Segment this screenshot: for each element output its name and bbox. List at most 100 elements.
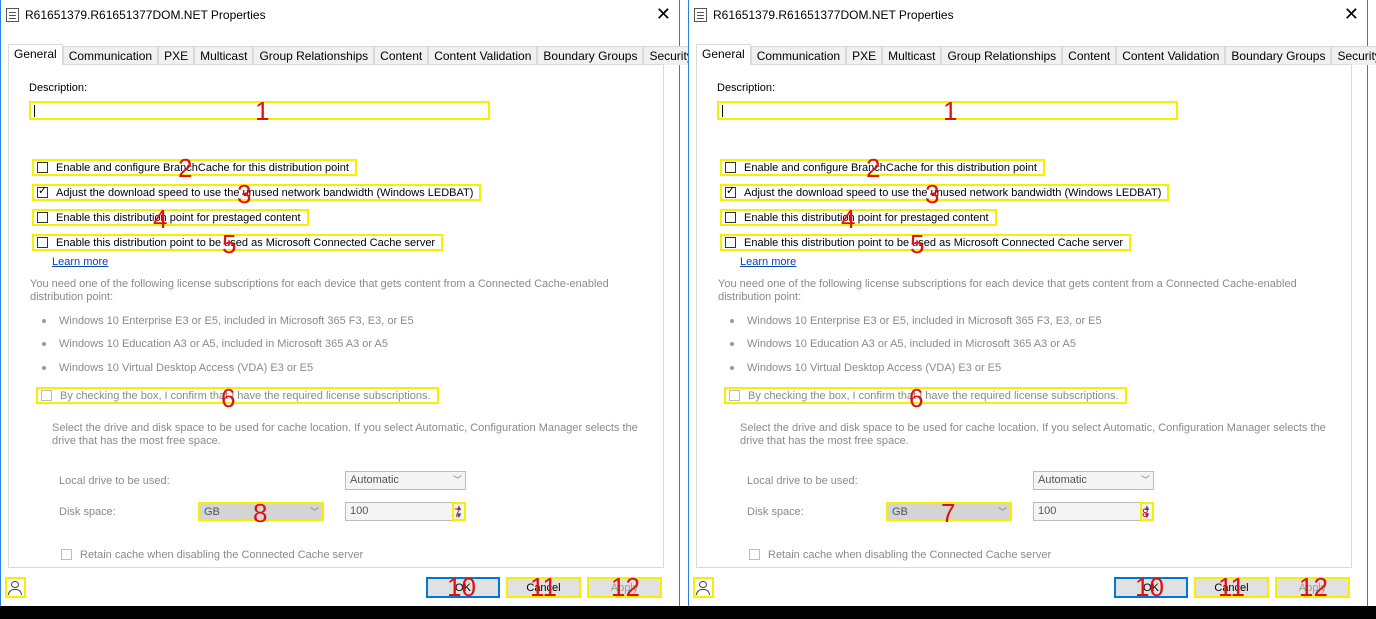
checkbox-label: Enable this distribution point to be use… (744, 236, 1124, 249)
checkbox-connected-cache[interactable]: Enable this distribution point to be use… (32, 234, 444, 251)
checkbox-box[interactable] (725, 212, 736, 223)
cancel-button[interactable]: Cancel (1194, 577, 1269, 598)
checkbox-label: Enable this distribution point for prest… (744, 211, 989, 224)
window-title: R61651379.R61651377DOM.NET Properties (25, 8, 266, 22)
checkbox-box[interactable] (37, 212, 48, 223)
description-input[interactable] (29, 101, 490, 120)
tab-content-validation[interactable]: Content Validation (1116, 46, 1226, 65)
tab-boundary-groups[interactable]: Boundary Groups (1225, 46, 1332, 65)
checkbox-label: Adjust the download speed to use the unu… (56, 186, 474, 199)
ok-button[interactable]: OK (426, 577, 500, 598)
checkbox-box[interactable] (729, 390, 740, 401)
checkbox-box[interactable] (41, 390, 52, 401)
disk-unit-select[interactable]: GB ﹀ (198, 502, 324, 521)
taskbar-strip (0, 606, 1376, 619)
tab-boundary-groups[interactable]: Boundary Groups (537, 46, 644, 65)
properties-window-icon (6, 8, 19, 22)
checkbox-retain-cache[interactable]: Retain cache when disabling the Connecte… (744, 546, 1059, 563)
tab-content-validation[interactable]: Content Validation (428, 46, 538, 65)
checkbox-prestaged[interactable]: Enable this distribution point for prest… (720, 209, 997, 226)
apply-button[interactable]: Apply (1275, 577, 1350, 598)
checkbox-ledbat[interactable]: Adjust the download speed to use the unu… (32, 184, 482, 201)
tab-group-relationships[interactable]: Group Relationships (941, 46, 1063, 65)
checkbox-box[interactable] (37, 237, 48, 248)
close-icon[interactable]: ✕ (656, 4, 671, 24)
checkbox-box[interactable] (749, 549, 760, 560)
checkbox-retain-cache[interactable]: Retain cache when disabling the Connecte… (56, 546, 371, 563)
checkbox-box[interactable] (725, 185, 736, 198)
disk-unit-value: GB (204, 506, 220, 518)
user-help-icon-body (8, 589, 22, 595)
user-help-icon (699, 581, 707, 588)
tab-general[interactable]: General (696, 44, 751, 65)
description-input[interactable] (717, 101, 1178, 120)
checkbox-label: By checking the box, I confirm that I ha… (60, 389, 431, 402)
help-button[interactable] (693, 577, 714, 598)
tab-pxe[interactable]: PXE (158, 46, 195, 65)
drive-help-text-cont: drive that has the most free space. (740, 435, 909, 447)
checkbox-box[interactable] (725, 162, 736, 173)
user-help-icon (11, 581, 19, 588)
properties-window-icon (694, 8, 707, 22)
chevron-down-icon: ﹀ (309, 507, 319, 517)
description-label: Description: (29, 82, 88, 94)
checkbox-box[interactable] (37, 185, 48, 198)
checkbox-box[interactable] (37, 162, 48, 173)
learn-more-link[interactable]: Learn more (740, 256, 796, 268)
bullet-dot (42, 319, 46, 323)
tab-communication[interactable]: Communication (62, 46, 159, 65)
license-bullet: Windows 10 Education A3 or A5, included … (59, 338, 388, 350)
user-help-icon-body (696, 589, 710, 595)
drive-help-text: Select the drive and disk space to be us… (52, 422, 638, 434)
tab-content[interactable]: Content (374, 46, 429, 65)
disk-space-value: 100 (1038, 505, 1057, 517)
drive-help-text: Select the drive and disk space to be us… (740, 422, 1326, 434)
learn-more-link[interactable]: Learn more (52, 256, 108, 268)
checkbox-license-confirm[interactable]: By checking the box, I confirm that I ha… (724, 387, 1127, 404)
checkbox-connected-cache[interactable]: Enable this distribution point to be use… (720, 234, 1132, 251)
license-bullet: Windows 10 Virtual Desktop Access (VDA) … (59, 362, 314, 374)
disk-space-label: Disk space: (747, 506, 804, 518)
checkbox-branchcache[interactable]: Enable and configure BranchCache for thi… (32, 159, 357, 176)
tab-security[interactable]: Security (1331, 46, 1376, 65)
ok-button[interactable]: OK (1114, 577, 1188, 598)
tab-group-relationships[interactable]: Group Relationships (253, 46, 375, 65)
properties-dialog: R61651379.R61651377DOM.NET Properties ✕ … (0, 0, 699, 606)
checkbox-branchcache[interactable]: Enable and configure BranchCache for thi… (720, 159, 1045, 176)
tab-communication[interactable]: Communication (750, 46, 847, 65)
local-drive-label: Local drive to be used: (59, 475, 170, 487)
disk-space-input[interactable]: 100 (345, 502, 453, 521)
tab-general[interactable]: General (8, 44, 63, 65)
tab-multicast[interactable]: Multicast (194, 46, 254, 65)
checkbox-label: Adjust the download speed to use the unu… (744, 186, 1162, 199)
checkbox-ledbat[interactable]: Adjust the download speed to use the unu… (720, 184, 1170, 201)
tab-content[interactable]: Content (1062, 46, 1117, 65)
cancel-button[interactable]: Cancel (506, 577, 581, 598)
license-text: You need one of the following license su… (30, 278, 609, 290)
help-button[interactable] (5, 577, 26, 598)
apply-button[interactable]: Apply (587, 577, 662, 598)
local-drive-select[interactable]: Automatic ﹀ (1033, 471, 1154, 490)
window-title: R61651379.R61651377DOM.NET Properties (713, 8, 954, 22)
local-drive-value: Automatic (1038, 474, 1087, 486)
license-text-cont: distribution point: (718, 291, 802, 303)
close-icon[interactable]: ✕ (1344, 4, 1359, 24)
tab-multicast[interactable]: Multicast (882, 46, 942, 65)
local-drive-select[interactable]: Automatic ﹀ (345, 471, 466, 490)
chevron-down-icon: ﹀ (452, 475, 462, 485)
tab-pxe[interactable]: PXE (846, 46, 883, 65)
checkbox-box[interactable] (725, 237, 736, 248)
checkbox-box[interactable] (61, 549, 72, 560)
checkbox-label: Enable and configure BranchCache for thi… (744, 161, 1037, 174)
checkbox-license-confirm[interactable]: By checking the box, I confirm that I ha… (36, 387, 439, 404)
disk-space-stepper[interactable]: ▲ ▼ (452, 502, 466, 521)
checkbox-label: By checking the box, I confirm that I ha… (748, 389, 1119, 402)
chevron-down-icon: ﹀ (997, 507, 1007, 517)
checkbox-prestaged[interactable]: Enable this distribution point for prest… (32, 209, 309, 226)
disk-space-stepper[interactable]: ▲ ▼ (1140, 502, 1154, 521)
disk-unit-select[interactable]: GB ﹀ (886, 502, 1012, 521)
bullet-dot (730, 342, 734, 346)
disk-unit-value: GB (892, 506, 908, 518)
disk-space-input[interactable]: 100 (1033, 502, 1141, 521)
license-bullet: Windows 10 Enterprise E3 or E5, included… (747, 315, 1102, 327)
